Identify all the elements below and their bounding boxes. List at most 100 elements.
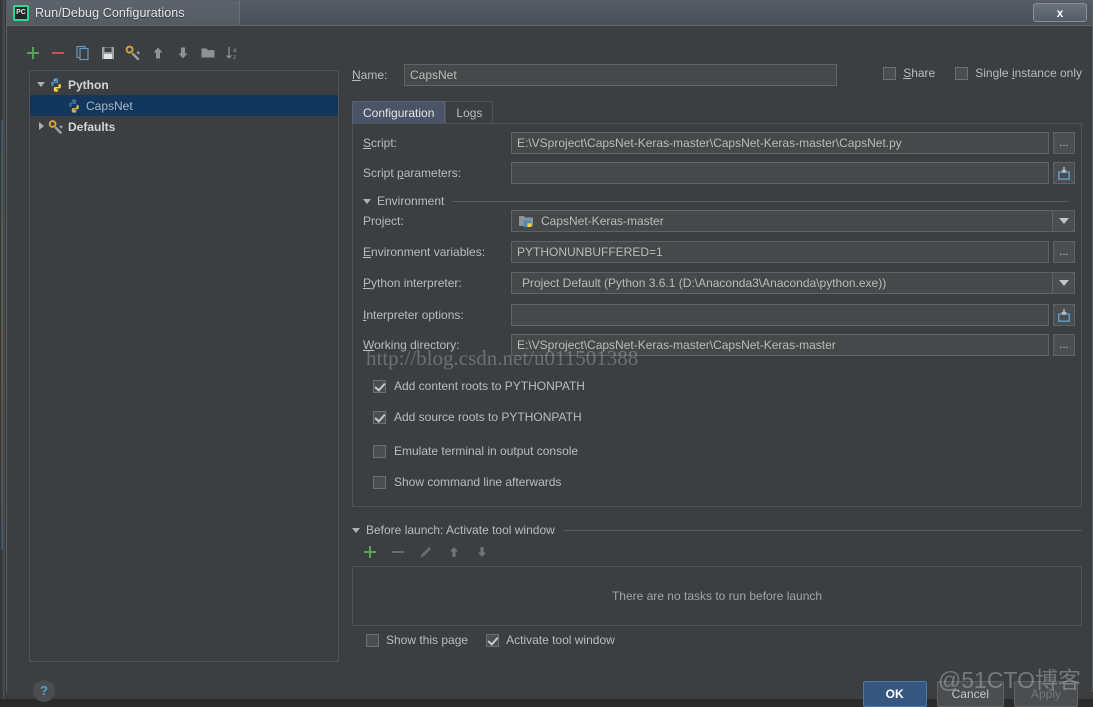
save-icon[interactable]: [100, 45, 116, 61]
expand-editor-icon[interactable]: [1053, 304, 1075, 326]
remove-icon[interactable]: [50, 45, 66, 61]
activate-tool-window-checkbox[interactable]: Activate tool window: [486, 633, 615, 647]
script-parameters-label: Script parameters:: [363, 166, 462, 180]
python-interpreter-combo[interactable]: Project Default (Python 3.6.1 (D:\Anacon…: [511, 272, 1075, 294]
cancel-button[interactable]: Cancel: [936, 681, 1004, 707]
show-this-page-checkbox[interactable]: Show this page: [366, 633, 468, 647]
script-row: Script: E:\VSproject\CapsNet-Keras-maste…: [363, 132, 1075, 154]
tree-node-capsnet[interactable]: CapsNet: [30, 95, 338, 116]
working-directory-row: Working directory: E:\VSproject\CapsNet-…: [363, 334, 1075, 356]
expand-editor-icon[interactable]: [1053, 162, 1075, 184]
add-content-roots-label: Add content roots to PYTHONPATH: [394, 379, 585, 393]
script-parameters-row: Script parameters:: [363, 162, 1075, 184]
add-content-roots-checkbox-box[interactable]: [373, 379, 386, 393]
close-button[interactable]: x: [1033, 3, 1087, 22]
single-instance-checkbox-box[interactable]: [955, 66, 969, 80]
script-label: Script:: [363, 136, 398, 150]
editor-tabs: Configuration Logs: [352, 100, 494, 124]
project-combo[interactable]: CapsNet-Keras-master: [511, 210, 1075, 232]
svg-text:a: a: [233, 47, 237, 54]
python-interpreter-label: Python interpreter:: [363, 276, 462, 290]
tree-node-label: Defaults: [68, 119, 116, 134]
folder-icon[interactable]: [200, 45, 216, 61]
interpreter-options-row: Interpreter options:: [363, 304, 1075, 326]
section-divider: [452, 200, 1069, 202]
name-input[interactable]: CapsNet: [404, 64, 837, 86]
run-debug-configurations-dialog: PC Run/Debug Configurations x a z Python…: [6, 0, 1093, 707]
environment-variables-input[interactable]: PYTHONUNBUFFERED=1: [511, 241, 1049, 263]
name-label: Name:: [352, 68, 388, 82]
add-source-roots-label: Add source roots to PYTHONPATH: [394, 410, 582, 424]
sort-alphabetically-icon[interactable]: a z: [225, 45, 241, 61]
working-directory-label: Working directory:: [363, 338, 460, 352]
tab-configuration[interactable]: Configuration: [352, 101, 446, 124]
configuration-tab-panel: Script: E:\VSproject\CapsNet-Keras-maste…: [352, 123, 1082, 507]
share-checkbox[interactable]: Share: [883, 66, 935, 80]
before-launch-header[interactable]: Before launch: Activate tool window: [352, 523, 1082, 537]
add-source-roots-checkbox-box[interactable]: [373, 410, 386, 424]
svg-text:z: z: [233, 54, 236, 61]
environment-variables-browse-button[interactable]: ...: [1053, 241, 1075, 263]
script-parameters-input[interactable]: [511, 162, 1049, 184]
move-task-down-icon: [474, 544, 490, 560]
tree-node-defaults[interactable]: Defaults: [30, 116, 338, 137]
collapse-before-launch-icon[interactable]: [352, 527, 360, 533]
add-source-roots-checkbox[interactable]: Add source roots to PYTHONPATH: [373, 410, 582, 424]
add-task-icon[interactable]: [362, 544, 378, 560]
show-command-line-checkbox-box[interactable]: [373, 475, 386, 489]
emulate-terminal-checkbox[interactable]: Emulate terminal in output console: [373, 444, 578, 458]
add-icon[interactable]: [25, 45, 41, 61]
python-interpreter-value: Project Default (Python 3.6.1 (D:\Anacon…: [522, 276, 887, 290]
tree-node-python[interactable]: Python: [30, 74, 338, 95]
working-directory-browse-button[interactable]: ...: [1053, 334, 1075, 356]
copy-icon[interactable]: [75, 45, 91, 61]
emulate-terminal-checkbox-box[interactable]: [373, 444, 386, 458]
dialog-footer-buttons: OK Cancel Apply: [862, 681, 1078, 707]
working-directory-input[interactable]: E:\VSproject\CapsNet-Keras-master\CapsNe…: [511, 334, 1049, 356]
show-this-page-checkbox-box[interactable]: [366, 633, 379, 647]
apply-button: Apply: [1014, 681, 1078, 707]
edit-defaults-icon[interactable]: [125, 45, 141, 61]
show-command-line-checkbox[interactable]: Show command line afterwards: [373, 475, 561, 489]
project-label: Project:: [363, 214, 404, 228]
collapse-environment-icon[interactable]: [363, 198, 371, 204]
script-input[interactable]: E:\VSproject\CapsNet-Keras-master\CapsNe…: [511, 132, 1049, 154]
pycharm-icon: PC: [13, 5, 29, 21]
show-command-line-label: Show command line afterwards: [394, 475, 562, 489]
move-up-icon[interactable]: [150, 45, 166, 61]
project-value: CapsNet-Keras-master: [541, 214, 664, 228]
configurations-tree[interactable]: Python CapsNet Defaults: [29, 70, 339, 662]
ok-button[interactable]: OK: [862, 681, 927, 707]
screen: PC Run/Debug Configurations x a z Python…: [0, 0, 1093, 707]
activate-tool-window-label: Activate tool window: [506, 633, 615, 647]
empty-tasks-message: There are no tasks to run before launch: [611, 589, 823, 603]
configurations-toolbar: a z: [25, 40, 333, 66]
expand-toggle-defaults[interactable]: [34, 121, 48, 132]
add-content-roots-checkbox[interactable]: Add content roots to PYTHONPATH: [373, 379, 585, 393]
script-browse-button[interactable]: ...: [1053, 132, 1075, 154]
emulate-terminal-label: Emulate terminal in output console: [394, 444, 579, 458]
tab-logs[interactable]: Logs: [445, 101, 494, 124]
python-icon: [66, 98, 82, 114]
single-instance-label: Single instance only: [975, 66, 1082, 80]
environment-variables-label: Environment variables:: [363, 245, 486, 259]
interpreter-options-label: Interpreter options:: [363, 308, 464, 322]
project-folder-python-icon: [518, 213, 536, 229]
share-label: Share: [903, 66, 936, 80]
expand-toggle-python[interactable]: [34, 80, 48, 89]
move-down-icon[interactable]: [175, 45, 191, 61]
share-checkbox-box[interactable]: [883, 66, 897, 80]
move-task-up-icon: [446, 544, 462, 560]
wrench-icon: [48, 119, 64, 135]
dialog-titlebar: PC Run/Debug Configurations x: [7, 1, 1092, 26]
tree-node-label: Python: [68, 77, 109, 92]
environment-section-header[interactable]: Environment: [363, 194, 1069, 208]
interpreter-chevron-down-icon[interactable]: [1052, 273, 1074, 293]
project-chevron-down-icon[interactable]: [1052, 211, 1074, 231]
interpreter-options-input[interactable]: [511, 304, 1049, 326]
section-divider: [562, 529, 1082, 531]
before-launch-tasks-list[interactable]: There are no tasks to run before launch: [352, 566, 1082, 626]
before-launch-label: Before launch: Activate tool window: [366, 523, 555, 537]
activate-tool-window-checkbox-box[interactable]: [486, 633, 500, 647]
single-instance-only-checkbox[interactable]: Single instance only: [955, 66, 1082, 80]
